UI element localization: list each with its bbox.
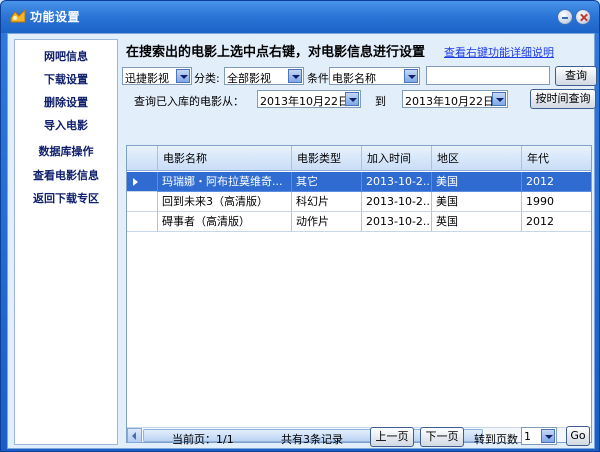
movie-table: 电影名称 电影类型 加入时间 地区 年代 玛瑞娜・阿布拉莫维奇... 其它 20…	[126, 145, 592, 443]
cell-added-time[interactable]: 2013-10-2...	[361, 172, 431, 192]
date-to-picker[interactable]: 2013年10月22日	[402, 90, 508, 108]
window-title: 功能设置	[30, 10, 81, 24]
current-page-text: 当前页：1/1	[172, 433, 234, 446]
chevron-down-icon[interactable]	[404, 69, 418, 83]
search-button[interactable]: 查询	[555, 66, 597, 86]
date-from-picker[interactable]: 2013年10月22日	[257, 90, 361, 108]
table-row[interactable]: 回到未来3（高清版） 科幻片 2013-10-2... 美国 1990	[127, 192, 591, 212]
table-row[interactable]: 玛瑞娜・阿布拉莫维奇... 其它 2013-10-2... 美国 2012	[127, 172, 591, 192]
cell-movie-name[interactable]: 回到未来3（高清版）	[157, 192, 291, 212]
current-row-arrow-icon	[133, 178, 138, 186]
search-by-time-button[interactable]: 按时间查询	[530, 89, 596, 109]
cell-region[interactable]: 美国	[431, 192, 521, 212]
category-select[interactable]: 全部影视	[224, 67, 304, 85]
source-select[interactable]: 迅捷影视	[122, 67, 192, 85]
goto-page-label: 转到页数	[474, 433, 518, 446]
column-header-movie-type[interactable]: 电影类型	[291, 146, 361, 171]
main-panel: 在搜索出的电影上选中点右键，对电影信息进行设置 查看右键功能详细说明 迅捷影视 …	[122, 37, 597, 447]
cell-movie-type[interactable]: 科幻片	[291, 192, 361, 212]
sidebar-item-download-settings[interactable]: 下载设置	[15, 69, 117, 91]
category-select-value: 全部影视	[227, 72, 271, 85]
scroll-left-icon[interactable]	[127, 428, 142, 443]
column-header-added-time[interactable]: 加入时间	[361, 146, 431, 171]
date-from-value: 2013年10月22日	[260, 95, 349, 108]
page-number-select[interactable]: 1	[521, 427, 557, 445]
go-button[interactable]: Go	[566, 426, 590, 446]
cell-movie-name[interactable]: 玛瑞娜・阿布拉莫维奇...	[157, 172, 291, 192]
condition-label: 条件	[307, 72, 329, 85]
table-row[interactable]: 碍事者（高清版） 动作片 2013-10-2... 英国 2012	[127, 212, 591, 232]
sidebar: 网吧信息 下载设置 删除设置 导入电影 数据库操作 查看电影信息 返回下载专区	[14, 39, 118, 445]
cell-region[interactable]: 英国	[431, 212, 521, 232]
category-label: 分类:	[194, 72, 220, 85]
date-to-label: 到	[375, 95, 386, 108]
row-selector[interactable]	[127, 192, 157, 212]
chevron-down-icon[interactable]	[541, 429, 555, 443]
calendar-dropdown-icon[interactable]	[492, 92, 506, 106]
condition-select[interactable]: 电影名称	[329, 67, 420, 85]
chevron-down-icon[interactable]	[288, 69, 302, 83]
sidebar-item-delete-settings[interactable]: 删除设置	[15, 92, 117, 114]
content-frame: 网吧信息 下载设置 删除设置 导入电影 数据库操作 查看电影信息 返回下载专区 …	[7, 33, 597, 449]
column-header-year[interactable]: 年代	[521, 146, 591, 171]
sidebar-item-netbar-info[interactable]: 网吧信息	[15, 46, 117, 68]
cell-added-time[interactable]: 2013-10-2...	[361, 212, 431, 232]
next-page-button[interactable]: 下一页	[420, 427, 464, 447]
row-selector[interactable]	[127, 172, 157, 192]
right-click-help-link[interactable]: 查看右键功能详细说明	[444, 44, 554, 60]
prev-page-button[interactable]: 上一页	[370, 427, 414, 447]
app-icon	[10, 9, 26, 23]
date-to-value: 2013年10月22日	[405, 95, 494, 108]
cell-year[interactable]: 2012	[521, 172, 591, 192]
source-select-value: 迅捷影视	[125, 72, 169, 85]
cell-added-time[interactable]: 2013-10-2...	[361, 192, 431, 212]
chevron-down-icon[interactable]	[176, 69, 190, 83]
minimize-icon[interactable]	[557, 9, 573, 25]
cell-movie-type[interactable]: 其它	[291, 172, 361, 192]
calendar-dropdown-icon[interactable]	[345, 92, 359, 106]
cell-movie-name[interactable]: 碍事者（高清版）	[157, 212, 291, 232]
condition-select-value: 电影名称	[332, 72, 376, 85]
cell-year[interactable]: 1990	[521, 192, 591, 212]
sidebar-item-database-ops[interactable]: 数据库操作	[15, 141, 117, 163]
date-range-label: 查询已入库的电影从：	[134, 95, 244, 108]
cell-region[interactable]: 美国	[431, 172, 521, 192]
page-number-value: 1	[524, 430, 531, 443]
close-icon[interactable]	[575, 9, 591, 25]
table-header: 电影名称 电影类型 加入时间 地区 年代	[127, 146, 591, 171]
column-header-movie-name[interactable]: 电影名称	[157, 146, 291, 171]
column-header-region[interactable]: 地区	[431, 146, 521, 171]
search-input[interactable]	[426, 66, 550, 85]
total-records-text: 共有3条记录	[281, 433, 343, 446]
sidebar-item-import-movies[interactable]: 导入电影	[15, 115, 117, 137]
sidebar-item-view-movie-info[interactable]: 查看电影信息	[15, 165, 117, 187]
cell-movie-type[interactable]: 动作片	[291, 212, 361, 232]
row-selector[interactable]	[127, 212, 157, 232]
page-heading: 在搜索出的电影上选中点右键，对电影信息进行设置	[126, 45, 426, 60]
title-bar[interactable]: 功能设置	[1, 1, 599, 33]
cell-year[interactable]: 2012	[521, 212, 591, 232]
sidebar-item-back-to-downloads[interactable]: 返回下载专区	[15, 188, 117, 210]
function-settings-window: 功能设置 网吧信息 下载设置 删除设置 导入电影 数据库操作 查看电影信息 返回…	[0, 0, 600, 452]
